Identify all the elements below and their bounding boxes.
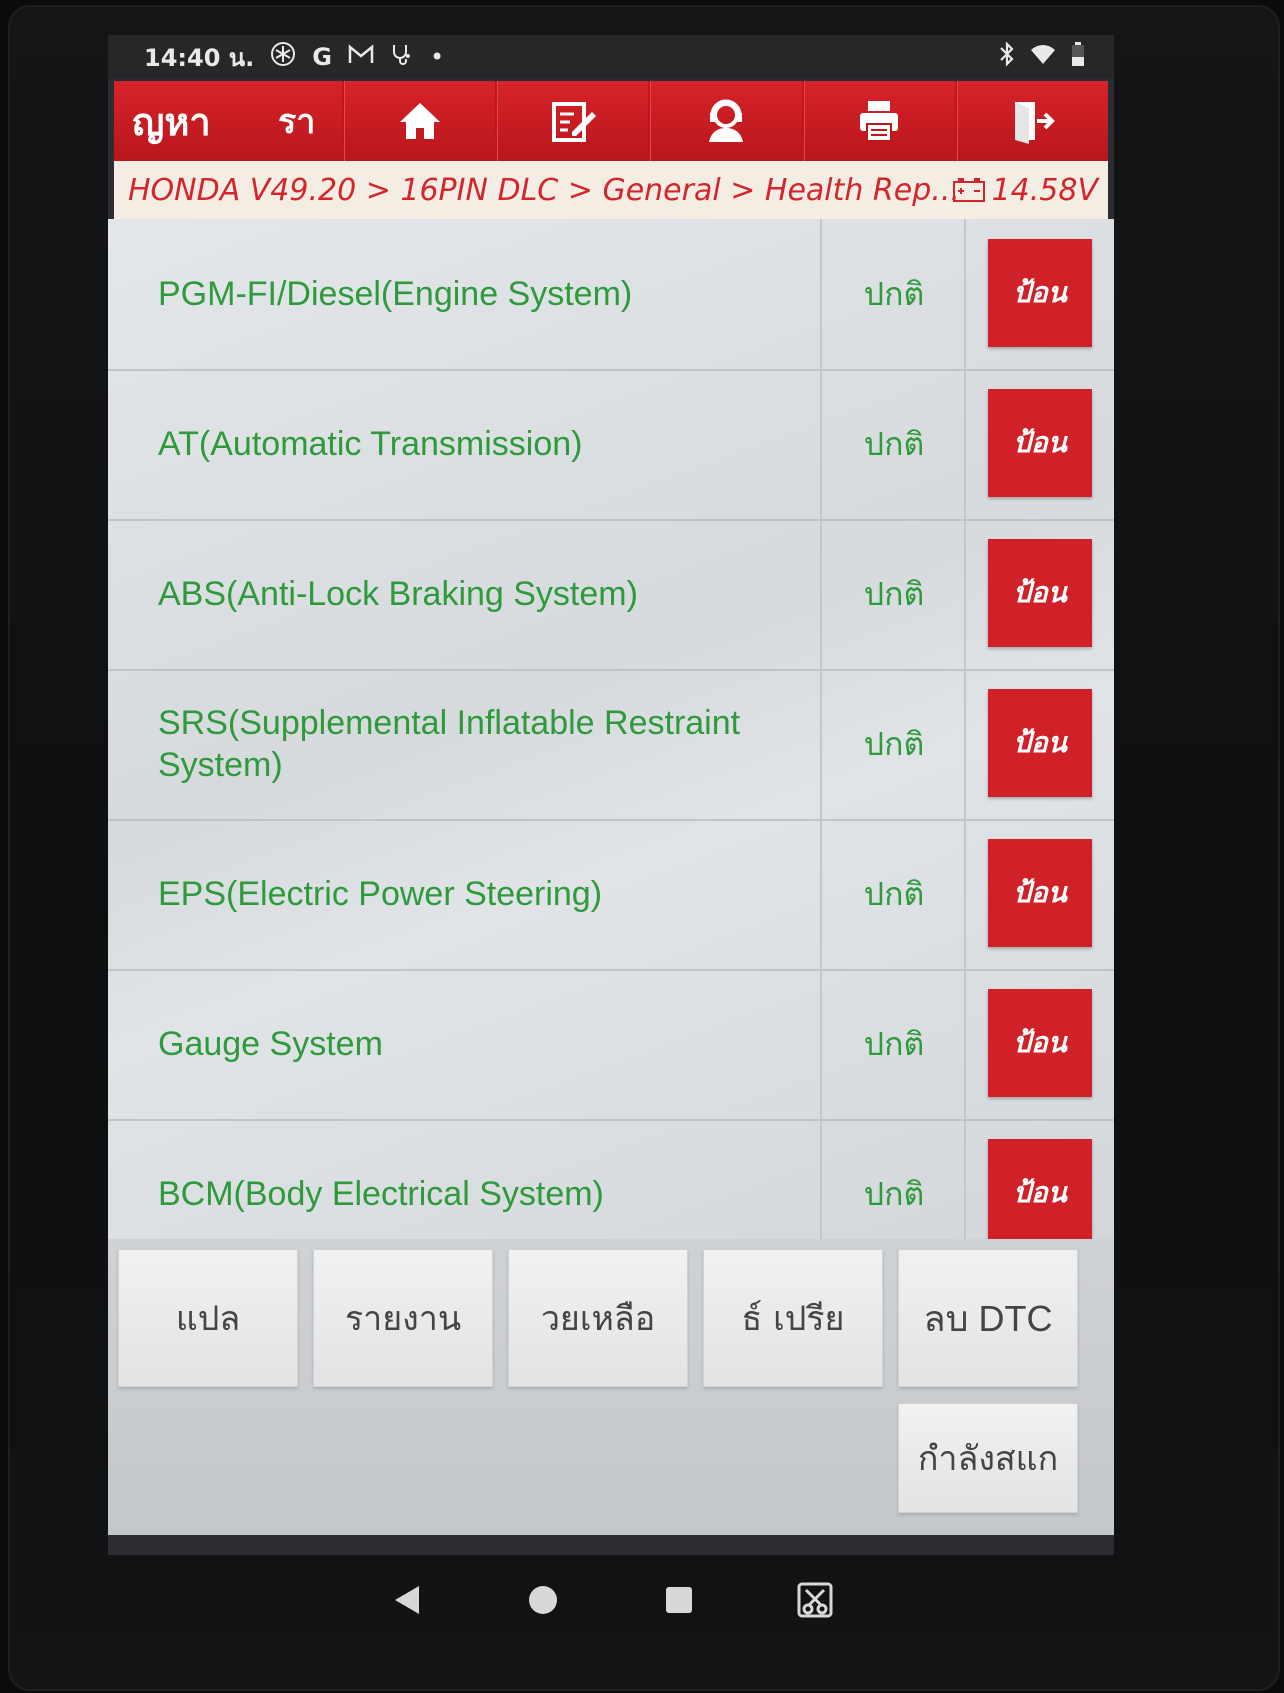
list-item: SRS(Supplemental Inflatable Restraint Sy…	[108, 669, 1114, 821]
divider	[964, 1119, 966, 1239]
enter-button[interactable]: ป้อน	[988, 689, 1092, 797]
recents-button[interactable]	[611, 1580, 747, 1620]
home-button[interactable]	[342, 81, 495, 161]
screen-bottom-edge	[108, 1535, 1114, 1555]
list-item: Gauge System ปกติ ป้อน	[108, 969, 1114, 1121]
system-name: BCM(Body Electrical System)	[158, 1175, 604, 1213]
divider	[820, 369, 822, 519]
scissors-icon	[797, 1582, 833, 1618]
system-nav-bar	[108, 1555, 1114, 1645]
system-status: ปกติ	[863, 724, 925, 763]
list-item: EPS(Electric Power Steering) ปกติ ป้อน	[108, 819, 1114, 971]
divider	[820, 669, 822, 819]
exit-button[interactable]	[954, 81, 1108, 161]
system-status: ปกติ	[863, 1174, 925, 1213]
square-recents-icon	[666, 1587, 692, 1613]
report-action-button[interactable]: รายงาน	[313, 1249, 493, 1387]
system-status: ปกติ	[863, 424, 925, 463]
google-icon: G	[312, 43, 332, 71]
system-name: Gauge System	[158, 1025, 383, 1063]
stethoscope-icon	[390, 42, 414, 72]
system-name: EPS(Electric Power Steering)	[158, 875, 603, 913]
system-status: ปกติ	[863, 574, 925, 613]
divider	[964, 669, 966, 819]
bluetooth-icon	[1000, 41, 1014, 67]
divider	[820, 1119, 822, 1239]
circle-home-icon	[529, 1586, 557, 1614]
system-status: ปกติ	[863, 1024, 925, 1063]
support-icon	[709, 99, 743, 142]
divider	[964, 819, 966, 969]
print-icon	[860, 101, 899, 142]
help-button[interactable]: วยเหลือ	[508, 1249, 688, 1387]
system-status: ปกติ	[863, 874, 925, 913]
divider	[964, 369, 966, 519]
divider	[820, 819, 822, 969]
support-button[interactable]	[648, 81, 801, 161]
breadcrumb-path: HONDA V49.20 > 16PIN DLC > General > Hea…	[128, 172, 960, 208]
divider	[820, 219, 822, 369]
scanning-button[interactable]: กำลังสแก	[898, 1403, 1078, 1513]
voltage-readout: 14.58V	[952, 173, 1098, 208]
divider	[964, 519, 966, 669]
search-button[interactable]: ญหา	[114, 81, 252, 161]
battery-icon	[1072, 42, 1084, 66]
enter-button[interactable]: ป้อน	[988, 839, 1092, 947]
system-name: ABS(Anti-Lock Braking System)	[158, 575, 638, 613]
system-name: SRS(Supplemental Inflatable Restraint Sy…	[158, 704, 741, 784]
status-right-icons	[998, 41, 1086, 67]
screen: 14:40 น. G • ญหา รา HONDA V49.20 > 16PIN…	[108, 35, 1114, 1555]
dot-icon: •	[429, 43, 445, 71]
wifi-icon	[1031, 45, 1055, 64]
screenshot-button[interactable]	[747, 1580, 883, 1620]
home-nav-button[interactable]	[475, 1580, 611, 1620]
clear-dtc-button[interactable]: ลบ DTC	[898, 1249, 1078, 1387]
system-name: PGM-FI/Diesel(Engine System)	[158, 275, 633, 313]
back-icon	[395, 1586, 419, 1614]
status-bar: 14:40 น. G •	[108, 35, 1114, 79]
list-item: AT(Automatic Transmission) ปกติ ป้อน	[108, 369, 1114, 521]
edit-icon	[551, 102, 596, 142]
translate-button[interactable]: แปล	[118, 1249, 298, 1387]
print-button[interactable]	[801, 81, 955, 161]
home-icon	[399, 103, 440, 139]
system-name: AT(Automatic Transmission)	[158, 425, 583, 463]
list-item: BCM(Body Electrical System) ปกติ ป้อน	[108, 1119, 1114, 1239]
edit-button[interactable]	[495, 81, 648, 161]
snowflake-icon	[270, 41, 296, 73]
gmail-icon	[348, 43, 374, 71]
breadcrumb: HONDA V49.20 > 16PIN DLC > General > Hea…	[114, 161, 1108, 219]
report-button[interactable]: รา	[252, 81, 342, 161]
divider	[820, 519, 822, 669]
system-status: ปกติ	[863, 274, 925, 313]
system-list: PGM-FI/Diesel(Engine System) ปกติ ป้อน A…	[108, 219, 1114, 1239]
divider	[964, 969, 966, 1119]
exit-icon	[1015, 102, 1056, 144]
enter-button[interactable]: ป้อน	[988, 539, 1092, 647]
list-item: PGM-FI/Diesel(Engine System) ปกติ ป้อน	[108, 219, 1114, 371]
compare-button[interactable]: ธ์ เปรีย	[703, 1249, 883, 1387]
enter-button[interactable]: ป้อน	[988, 1139, 1092, 1239]
divider	[820, 969, 822, 1119]
list-item: ABS(Anti-Lock Braking System) ปกติ ป้อน	[108, 519, 1114, 671]
tablet-bezel: 14:40 น. G • ญหา รา HONDA V49.20 > 16PIN…	[8, 5, 1280, 1691]
enter-button[interactable]: ป้อน	[988, 239, 1092, 347]
back-button[interactable]	[339, 1580, 475, 1620]
enter-button[interactable]: ป้อน	[988, 389, 1092, 497]
voltage-value: 14.58V	[991, 172, 1098, 208]
battery-voltage-icon	[952, 178, 985, 202]
app-toolbar: ญหา รา	[114, 81, 1108, 161]
divider	[964, 219, 966, 369]
action-bar: แปล รายงาน วยเหลือ ธ์ เปรีย ลบ DTC กำลัง…	[108, 1239, 1114, 1535]
status-time: 14:40 น.	[144, 43, 255, 72]
enter-button[interactable]: ป้อน	[988, 989, 1092, 1097]
